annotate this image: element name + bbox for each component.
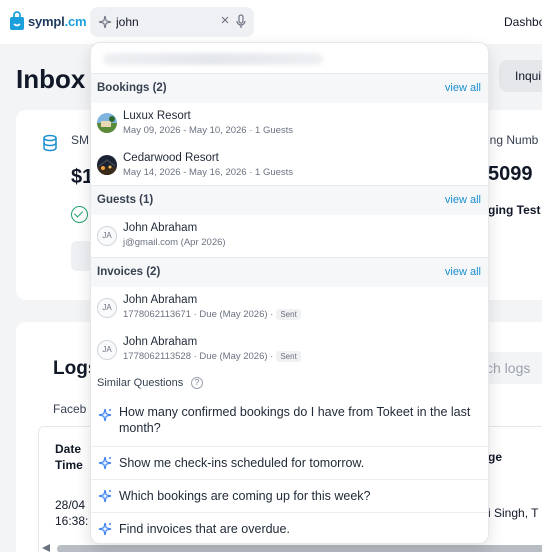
column-header-date: Date Time (55, 442, 83, 472)
stats-right-amount: 5099 (488, 163, 533, 185)
tab-facebook[interactable]: Faceb (53, 402, 86, 416)
booking-dates: May 09, 2026 - May 10, 2026 · 1 Guests (123, 125, 294, 136)
logs-search-input[interactable]: ch logs (480, 352, 542, 384)
similar-question-item[interactable]: Find invoices that are overdue. (91, 512, 488, 543)
sparkle-icon (98, 456, 112, 470)
question-text: How many confirmed bookings do I have fr… (119, 405, 471, 435)
nav-dashboard-link[interactable]: Dashbo (504, 15, 542, 29)
guest-result-item[interactable]: JA John Abraham j@gmail.com (Apr 2026) (91, 215, 488, 257)
logo[interactable]: sympl.cm (9, 11, 87, 31)
check-circle-icon (71, 206, 88, 223)
help-icon[interactable]: ? (191, 377, 203, 389)
similar-question-item[interactable]: Which bookings are coming up for this we… (91, 479, 488, 512)
similar-question-item[interactable]: Show me check-ins scheduled for tomorrow… (91, 446, 488, 479)
stats-right-label: ing Numb (487, 133, 539, 147)
invoices-section-header: Invoices (2) view all (91, 257, 488, 287)
close-icon[interactable]: × (218, 13, 232, 28)
sparkle-icon (98, 15, 112, 29)
status-badge: Sent (276, 351, 301, 362)
logo-text: sympl.cm (28, 13, 87, 29)
similar-question-item[interactable]: How many confirmed bookings do I have fr… (91, 396, 488, 446)
bookings-section-header: Bookings (2) view all (91, 73, 488, 103)
bookings-view-all-link[interactable]: view all (445, 82, 481, 94)
invoices-section-title: Invoices (2) (97, 266, 161, 278)
status-badge: Sent (276, 309, 301, 320)
avatar: JA (97, 340, 117, 360)
stats-left-label: SM (71, 133, 89, 147)
guest-name: John Abraham (123, 222, 198, 234)
question-text: Find invoices that are overdue. (119, 522, 290, 536)
question-text: Show me check-ins scheduled for tomorrow… (119, 456, 365, 470)
sparkle-icon (98, 408, 112, 422)
invoices-view-all-link[interactable]: view all (445, 266, 481, 278)
mic-icon[interactable] (235, 14, 247, 30)
horizontal-scrollbar[interactable] (57, 545, 542, 552)
table-cell-datetime: 28/04 16:38: (55, 498, 89, 528)
property-thumbnail (97, 113, 117, 133)
top-bar: sympl.cm × Dashbo (0, 0, 542, 44)
booking-result-item[interactable]: Cedarwood Resort May 14, 2026 - May 16, … (91, 145, 488, 187)
question-text: Which bookings are coming up for this we… (119, 489, 371, 503)
sparkle-icon (98, 522, 112, 536)
search-input[interactable] (116, 13, 216, 31)
inquiry-button[interactable]: Inqui (499, 60, 542, 92)
invoice-guest-name: John Abraham (123, 294, 198, 306)
guests-view-all-link[interactable]: view all (445, 194, 481, 206)
similar-questions-title: Similar Questions (97, 377, 184, 389)
table-cell-message: i Singh, T (488, 506, 539, 520)
global-search[interactable]: × (90, 7, 254, 37)
invoice-result-item[interactable]: JA John Abraham 1778062113671 · Due (May… (91, 287, 488, 329)
guest-email: j@gmail.com (Apr 2026) (123, 237, 226, 248)
avatar: JA (97, 226, 117, 246)
stats-right-text: ging Test (488, 203, 541, 217)
sparkle-icon (98, 489, 112, 503)
booking-title: Cedarwood Resort (123, 152, 219, 164)
property-thumbnail (97, 155, 117, 175)
search-results-dropdown: Bookings (2) view all Luxux Resort May 0… (90, 42, 489, 544)
invoice-details: 1778062113528 · Due (May 2026) · Sent (123, 351, 301, 362)
blurred-suggestion (103, 53, 323, 65)
guests-section-title: Guests (1) (97, 194, 154, 206)
logo-bag-icon (10, 11, 24, 30)
booking-result-item[interactable]: Luxux Resort May 09, 2026 - May 10, 2026… (91, 103, 488, 145)
invoice-details: 1778062113671 · Due (May 2026) · Sent (123, 309, 301, 320)
column-header-message: ge (488, 450, 503, 464)
booking-title: Luxux Resort (123, 110, 191, 122)
invoice-guest-name: John Abraham (123, 336, 198, 348)
avatar: JA (97, 298, 117, 318)
invoice-result-item[interactable]: JA John Abraham 1778062113528 · Due (May… (91, 329, 488, 371)
guests-section-header: Guests (1) view all (91, 185, 488, 215)
database-icon (43, 134, 57, 152)
page-title: Inbox (16, 64, 86, 94)
booking-dates: May 14, 2026 - May 16, 2026 · 1 Guests (123, 167, 294, 178)
bookings-section-title: Bookings (2) (97, 82, 167, 94)
